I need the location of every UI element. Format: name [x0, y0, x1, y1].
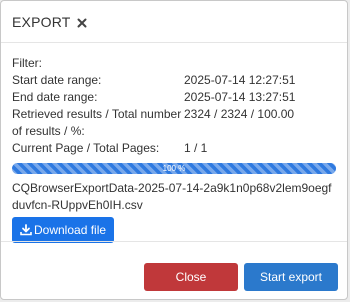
results-label: Retrieved results / Total number of resu… — [12, 107, 182, 138]
dialog-body: Filter: Start date range: 2025-07-14 12:… — [1, 43, 347, 243]
start-date-value: 2025-07-14 12:27:51 — [184, 73, 296, 87]
progress-fill: 100 % — [12, 163, 336, 174]
filter-label: Filter: — [12, 56, 42, 70]
download-icon — [20, 224, 32, 236]
close-button[interactable]: Close — [144, 263, 238, 291]
detail-row-end: End date range: 2025-07-14 13:27:51 — [12, 89, 336, 106]
close-button-label: Close — [175, 270, 207, 284]
download-file-label: Download file — [34, 222, 107, 237]
progress-label: 100 % — [162, 164, 186, 173]
dialog-footer: Close Start export — [1, 241, 347, 300]
detail-row-results: Retrieved results / Total number of resu… — [12, 106, 336, 140]
start-export-button[interactable]: Start export — [244, 263, 338, 291]
detail-row-start: Start date range: 2025-07-14 12:27:51 — [12, 72, 336, 89]
pages-label: Current Page / Total Pages: — [12, 141, 160, 155]
detail-row-pages: Current Page / Total Pages: 1 / 1 — [12, 140, 336, 157]
download-file-button[interactable]: Download file — [12, 217, 115, 243]
results-value: 2324 / 2324 / 100.00 — [184, 107, 295, 121]
close-icon[interactable] — [77, 18, 87, 28]
dialog-header: EXPORT — [1, 1, 347, 43]
start-date-label: Start date range: — [12, 73, 102, 87]
export-progress-bar: 100 % — [12, 163, 336, 174]
export-filename: CQBrowserExportData-2025-07-14-2a9k1n0p6… — [12, 181, 332, 212]
pages-value: 1 / 1 — [184, 141, 208, 155]
dialog-title: EXPORT — [12, 13, 71, 30]
end-date-value: 2025-07-14 13:27:51 — [184, 90, 296, 104]
start-export-label: Start export — [259, 270, 323, 284]
end-date-label: End date range: — [12, 90, 98, 104]
export-dialog: EXPORT Filter: Start date range: 2025-07… — [0, 0, 348, 300]
